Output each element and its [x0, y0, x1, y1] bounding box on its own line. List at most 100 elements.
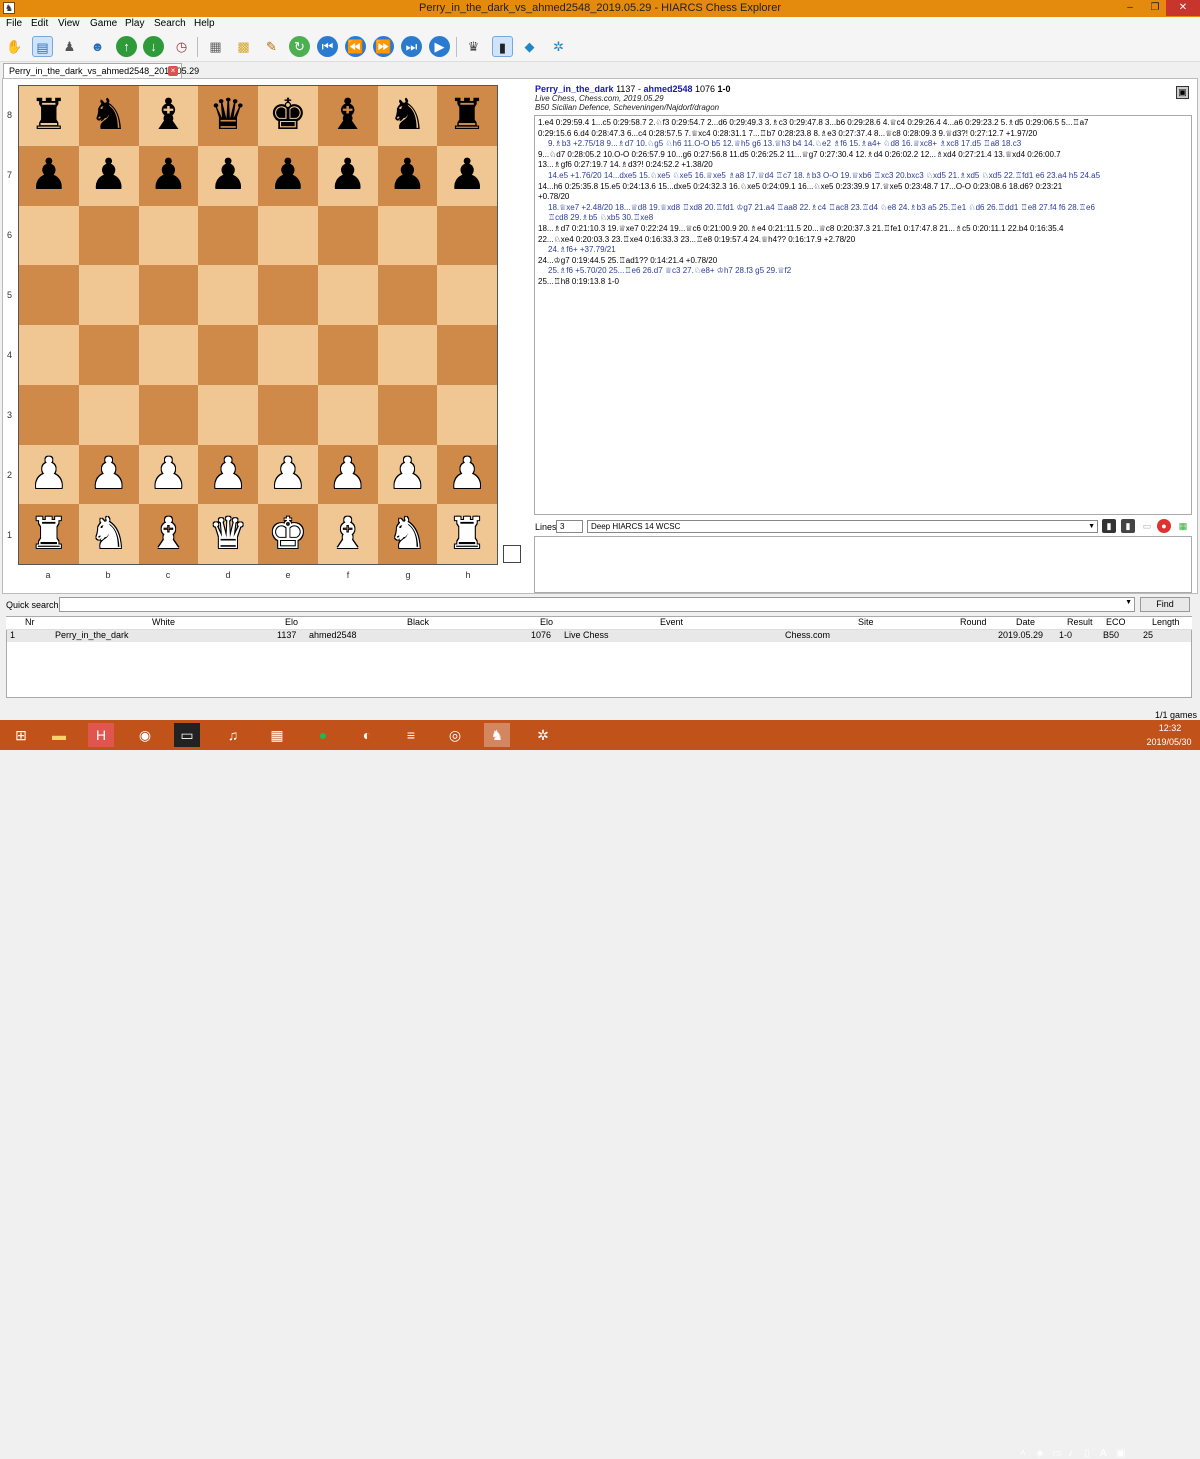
board-square[interactable]: ♝ [138, 504, 199, 564]
chess-piece[interactable]: ♟ [388, 452, 427, 496]
variation-line[interactable]: 14.e5 +1.76/20 14...dxe5 15.♘xe5 ♘xe5 16… [538, 171, 1188, 182]
tab-game[interactable]: Perry_in_the_dark_vs_ahmed2548_2019.05.2… [3, 63, 199, 79]
black-player-name[interactable]: ahmed2548 [643, 84, 692, 94]
board-square[interactable] [138, 205, 199, 266]
pattern-icon[interactable]: ▩ [233, 36, 254, 57]
chess-piece[interactable]: ♟ [269, 452, 308, 496]
board-square[interactable]: ♟ [377, 145, 438, 206]
chess-piece[interactable]: ♝ [328, 512, 367, 556]
chess-piece[interactable]: ♞ [89, 94, 128, 137]
board-square[interactable] [138, 265, 199, 325]
chevron-down-icon[interactable]: ▼ [1125, 599, 1132, 606]
col-header-event[interactable]: Event [660, 617, 683, 627]
variation-line[interactable]: 25.♗f6 +5.70/20 25...♖e6 26.d7 ♕c3 27.♘e… [538, 266, 1188, 277]
chess-piece[interactable]: ♞ [388, 94, 427, 137]
menu-file[interactable]: File [6, 18, 22, 29]
minimize-button[interactable]: – [1120, 0, 1140, 16]
chess-piece[interactable]: ♜ [448, 94, 487, 137]
board-square[interactable] [317, 384, 378, 445]
tray-network-icon[interactable]: ▭ [1052, 1448, 1061, 1459]
variation-line[interactable]: 18.♕xe7 +2.48/20 18...♕d8 19.♕xd8 ♖xd8 2… [538, 203, 1188, 214]
chess-piece[interactable]: ♛ [209, 94, 248, 137]
chess-piece[interactable]: ♟ [149, 154, 188, 197]
board-square[interactable] [258, 384, 318, 445]
board-square[interactable]: ♟ [138, 145, 199, 206]
maximize-button[interactable]: ❐ [1145, 0, 1165, 16]
board-square[interactable]: ♝ [317, 86, 378, 146]
chess-piece[interactable]: ♟ [30, 154, 69, 197]
board-square[interactable] [377, 205, 438, 266]
clock-date[interactable]: 2019/05/30 [1140, 737, 1198, 747]
windows-start-icon[interactable]: ⊞ [8, 723, 34, 747]
menu-help[interactable]: Help [194, 18, 215, 29]
notation-pane[interactable]: 1.e4 0:29:59.4 1...c5 0:29:58.7 2.♘f3 0:… [534, 115, 1192, 515]
board-square[interactable] [19, 205, 79, 266]
col-header-white-elo[interactable]: Elo [285, 617, 298, 627]
play-icon[interactable]: ▶ [429, 36, 450, 57]
chess-piece[interactable]: ♟ [269, 154, 308, 197]
board-square[interactable]: ♟ [78, 145, 139, 206]
board-square[interactable] [78, 384, 139, 445]
close-tab-icon[interactable]: × [168, 66, 178, 76]
engine-add-icon[interactable]: ▮ [1121, 519, 1135, 533]
app-icon[interactable]: ▦ [264, 723, 290, 747]
col-header-black[interactable]: Black [407, 617, 429, 627]
col-header-site[interactable]: Site [858, 617, 874, 627]
menu-edit[interactable]: Edit [31, 18, 48, 29]
player-icon[interactable]: ♟ [59, 36, 80, 57]
board-square[interactable]: ♝ [138, 86, 199, 146]
move-line[interactable]: +0.78/20 [538, 192, 1188, 203]
board-square[interactable]: ♟ [198, 145, 258, 206]
chess-explorer-icon[interactable]: ♞ [484, 723, 510, 747]
board-square[interactable]: ♟ [19, 444, 79, 505]
board-square[interactable] [198, 384, 258, 445]
lines-select[interactable]: 3 [556, 520, 583, 533]
board-square[interactable] [19, 384, 79, 445]
board-square[interactable]: ♝ [317, 504, 378, 564]
variation-line[interactable]: ♖cd8 29.♗b5 ♘xb5 30.♖xe8 [538, 213, 1188, 224]
col-header-eco[interactable]: ECO [1106, 617, 1126, 627]
table-row[interactable]: 1 Perry_in_the_dark 1137 ahmed2548 1076 … [7, 630, 1191, 642]
board-square[interactable] [377, 325, 438, 385]
book-icon[interactable]: ◆ [519, 36, 540, 57]
board-square[interactable] [78, 265, 139, 325]
chess-piece[interactable]: ♞ [89, 512, 128, 556]
board-square[interactable] [317, 205, 378, 266]
board-square[interactable]: ♟ [138, 444, 199, 505]
board-square[interactable] [198, 205, 258, 266]
close-button[interactable]: ✕ [1166, 0, 1200, 16]
refresh-icon[interactable]: ↻ [289, 36, 310, 57]
board-square[interactable]: ♛ [198, 504, 258, 564]
board-square[interactable]: ♟ [258, 444, 318, 505]
board-square[interactable]: ♟ [437, 145, 497, 206]
edit-notes-icon[interactable]: ✎ [261, 36, 282, 57]
chess-piece[interactable]: ♟ [328, 452, 367, 496]
chess-piece[interactable]: ♟ [30, 452, 69, 496]
board-square[interactable]: ♟ [78, 444, 139, 505]
pc-engine-icon[interactable]: ▮ [492, 36, 513, 57]
board-square[interactable] [198, 325, 258, 385]
terminal-icon[interactable]: ▭ [174, 723, 200, 747]
chess-piece[interactable]: ♟ [448, 452, 487, 496]
board-square[interactable]: ♜ [19, 86, 79, 146]
board-square[interactable]: ♟ [258, 145, 318, 206]
chess-piece[interactable]: ♟ [89, 452, 128, 496]
arrow-up-icon[interactable]: ↑ [116, 36, 137, 57]
opponent-icon[interactable]: ☻ [87, 36, 108, 57]
board-square[interactable]: ♞ [78, 504, 139, 564]
menu-play[interactable]: Play [125, 18, 144, 29]
database-icon[interactable]: ≡ [398, 723, 424, 747]
board-square[interactable]: ♟ [317, 444, 378, 505]
menu-search[interactable]: Search [154, 18, 186, 29]
board-square[interactable] [78, 325, 139, 385]
database-icon[interactable]: ▤ [32, 36, 53, 57]
board-square[interactable]: ♟ [19, 145, 79, 206]
white-player-name[interactable]: Perry_in_the_dark [535, 84, 614, 94]
col-header-round[interactable]: Round [960, 617, 987, 627]
board-square[interactable]: ♞ [377, 86, 438, 146]
board-square[interactable] [377, 384, 438, 445]
chess-piece[interactable]: ♟ [209, 452, 248, 496]
last-move-icon[interactable]: ⏭ [401, 36, 422, 57]
board-square[interactable]: ♟ [437, 444, 497, 505]
chess-piece[interactable]: ♟ [149, 452, 188, 496]
